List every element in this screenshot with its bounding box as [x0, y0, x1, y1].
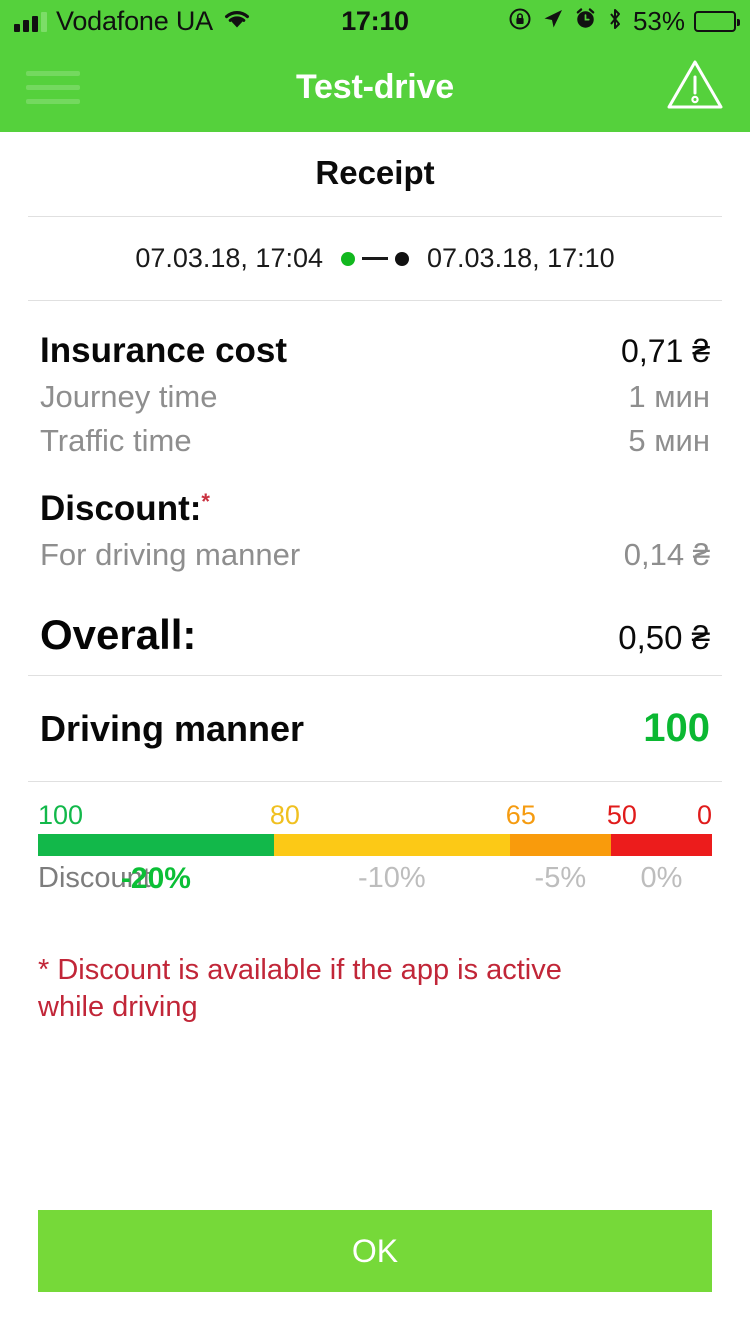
alarm-clock-icon: [574, 7, 597, 35]
scale-mark-100: 100: [38, 800, 84, 830]
status-bar-right: 53%: [508, 5, 740, 37]
row-journey-time: Journey time 1 мин: [40, 375, 710, 419]
cost-rows: Insurance cost 0,71 ₴ Journey time 1 мин…: [0, 301, 750, 675]
date-range-end: 07.03.18, 17:10: [427, 243, 615, 273]
scale-marks: 100 80 65 50 0: [38, 800, 712, 834]
date-range-start: 07.03.18, 17:04: [135, 243, 323, 273]
date-range: 07.03.18, 17:04 07.03.18, 17:10: [0, 217, 750, 300]
location-arrow-icon: [541, 7, 565, 36]
row-traffic-time: Traffic time 5 мин: [40, 419, 710, 463]
discount-footnote: * Discount is available if the app is ac…: [38, 954, 562, 1024]
row-overall: Overall: 0,50 ₴: [40, 577, 710, 669]
hamburger-menu-icon[interactable]: [26, 70, 80, 104]
scale-mark-80: 80: [269, 800, 300, 830]
battery-percent-label: 53%: [632, 5, 685, 36]
scale-discount--5pct: -5%: [534, 862, 587, 894]
overall-value: 0,50 ₴: [618, 619, 710, 656]
driving-manner-score: 100: [643, 706, 710, 750]
scale-discount--20pct: -20%: [120, 862, 191, 895]
receipt-heading: Receipt: [315, 154, 435, 191]
discount-driving-manner-label: For driving manner: [40, 537, 301, 572]
row-insurance-cost: Insurance cost 0,71 ₴: [40, 327, 710, 375]
scale-legend: Discount -20% -10% -5% 0%: [38, 862, 712, 906]
receipt-content: Receipt 07.03.18, 17:04 07.03.18, 17:10 …: [0, 132, 750, 1026]
insurance-cost-value: 0,71 ₴: [621, 333, 710, 369]
navigation-bar: Test-drive: [0, 42, 750, 132]
discount-scale: 100 80 65 50 0 Discount -20% -10% -5% 0%: [0, 782, 750, 906]
discount-heading: Discount: *: [40, 463, 710, 533]
discount-asterisk: *: [201, 489, 210, 514]
status-bar: Vodafone UA 17:10 53%: [0, 0, 750, 42]
scale-discount--10pct: -10%: [357, 862, 426, 894]
scale-mark-0: 0: [696, 800, 712, 830]
route-dash-icon: [362, 257, 388, 260]
page-title: Test-drive: [296, 67, 454, 106]
ok-button[interactable]: OK: [38, 1210, 712, 1292]
footer: OK: [0, 1210, 750, 1334]
scale-segment-0: [38, 834, 274, 856]
rotation-lock-icon: [508, 7, 532, 36]
end-dot-icon: [395, 251, 409, 266]
row-driving-manner: Driving manner 100: [0, 676, 750, 781]
scale-segment-1: [273, 834, 510, 856]
scale-mark-50: 50: [606, 800, 637, 830]
journey-time-value: 1 мин: [628, 379, 710, 414]
scale-bar: [38, 834, 712, 856]
carrier-label: Vodafone UA: [56, 5, 213, 36]
overall-label: Overall:: [40, 611, 197, 658]
discount-driving-manner-value: 0,14 ₴: [623, 537, 710, 572]
traffic-time-value: 5 мин: [628, 423, 710, 458]
route-dots-icon: [341, 251, 409, 266]
wifi-icon: [222, 8, 252, 35]
battery-icon: [694, 10, 740, 32]
status-bar-left: Vodafone UA: [14, 6, 252, 37]
scale-mark-65: 65: [505, 800, 536, 830]
scale-discount-0pct: 0%: [640, 862, 683, 894]
scale-segment-3: [610, 834, 712, 856]
start-dot-icon: [341, 251, 355, 266]
signal-bars-icon: [14, 11, 47, 32]
traffic-time-label: Traffic time: [40, 423, 192, 458]
bluetooth-icon: [606, 7, 624, 36]
discount-heading-label: Discount:: [40, 489, 202, 528]
warning-triangle-icon[interactable]: [666, 58, 724, 117]
driving-manner-label: Driving manner: [40, 707, 305, 749]
scale-segment-2: [509, 834, 611, 856]
journey-time-label: Journey time: [40, 379, 218, 414]
insurance-cost-label: Insurance cost: [40, 331, 288, 370]
row-discount-driving-manner: For driving manner 0,14 ₴: [40, 533, 710, 577]
